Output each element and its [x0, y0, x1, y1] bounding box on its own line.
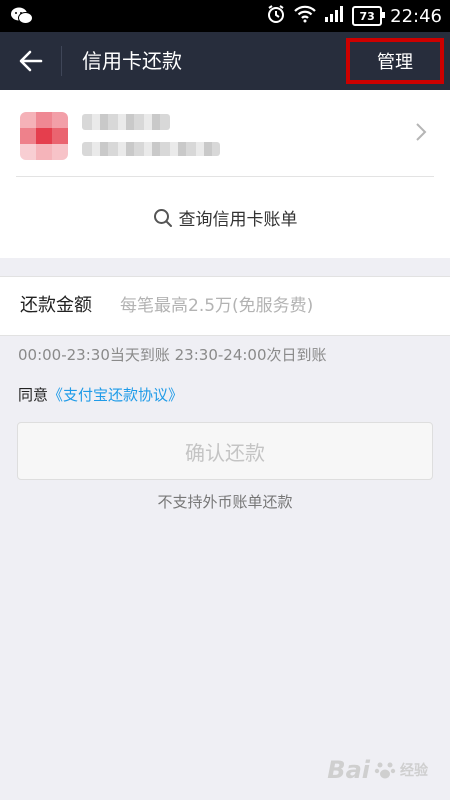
card-number-blurred [82, 142, 220, 156]
foreign-currency-note: 不支持外币账单还款 [157, 493, 293, 511]
agreement-row: 同意《支付宝还款协议》 [18, 384, 183, 405]
amount-label: 还款金额 [20, 295, 92, 316]
arrow-left-icon [19, 50, 43, 72]
arrival-time-note: 00:00-23:30当天到账 23:30-24:00次日到账 [18, 346, 327, 364]
query-bill-button[interactable]: 查询信用卡账单 [0, 177, 450, 258]
battery-icon: 73 [352, 6, 386, 26]
card-section: 查询信用卡账单 [0, 90, 450, 258]
amount-section: 还款金额 [0, 276, 450, 336]
baidu-watermark: Bai 经验 [327, 756, 428, 784]
confirm-repayment-button[interactable]: 确认还款 [17, 422, 433, 480]
wifi-icon [294, 5, 316, 28]
nav-bar: 信用卡还款 管理 [0, 32, 450, 90]
page-title: 信用卡还款 [82, 49, 182, 73]
watermark-text: Bai [327, 756, 370, 784]
credit-card-row[interactable] [0, 90, 450, 176]
amount-input[interactable] [120, 286, 430, 326]
search-icon [153, 208, 172, 227]
signal-icon [324, 5, 344, 27]
query-bill-label: 查询信用卡账单 [178, 210, 298, 230]
paw-icon [374, 762, 396, 779]
agree-prefix: 同意 [18, 386, 49, 404]
status-time: 22:46 [390, 5, 442, 27]
nav-divider [61, 46, 62, 76]
chevron-right-icon [410, 120, 432, 144]
agreement-link[interactable]: 《支付宝还款协议》 [48, 386, 183, 404]
watermark-sub: 经验 [400, 763, 428, 779]
status-bar: 73 22:46 [0, 0, 450, 32]
back-button[interactable] [14, 44, 48, 78]
bank-logo [20, 112, 68, 160]
wechat-icon [10, 6, 34, 30]
alarm-icon [266, 4, 286, 29]
manage-button[interactable]: 管理 [346, 38, 444, 84]
card-bank-name-blurred [82, 114, 170, 130]
